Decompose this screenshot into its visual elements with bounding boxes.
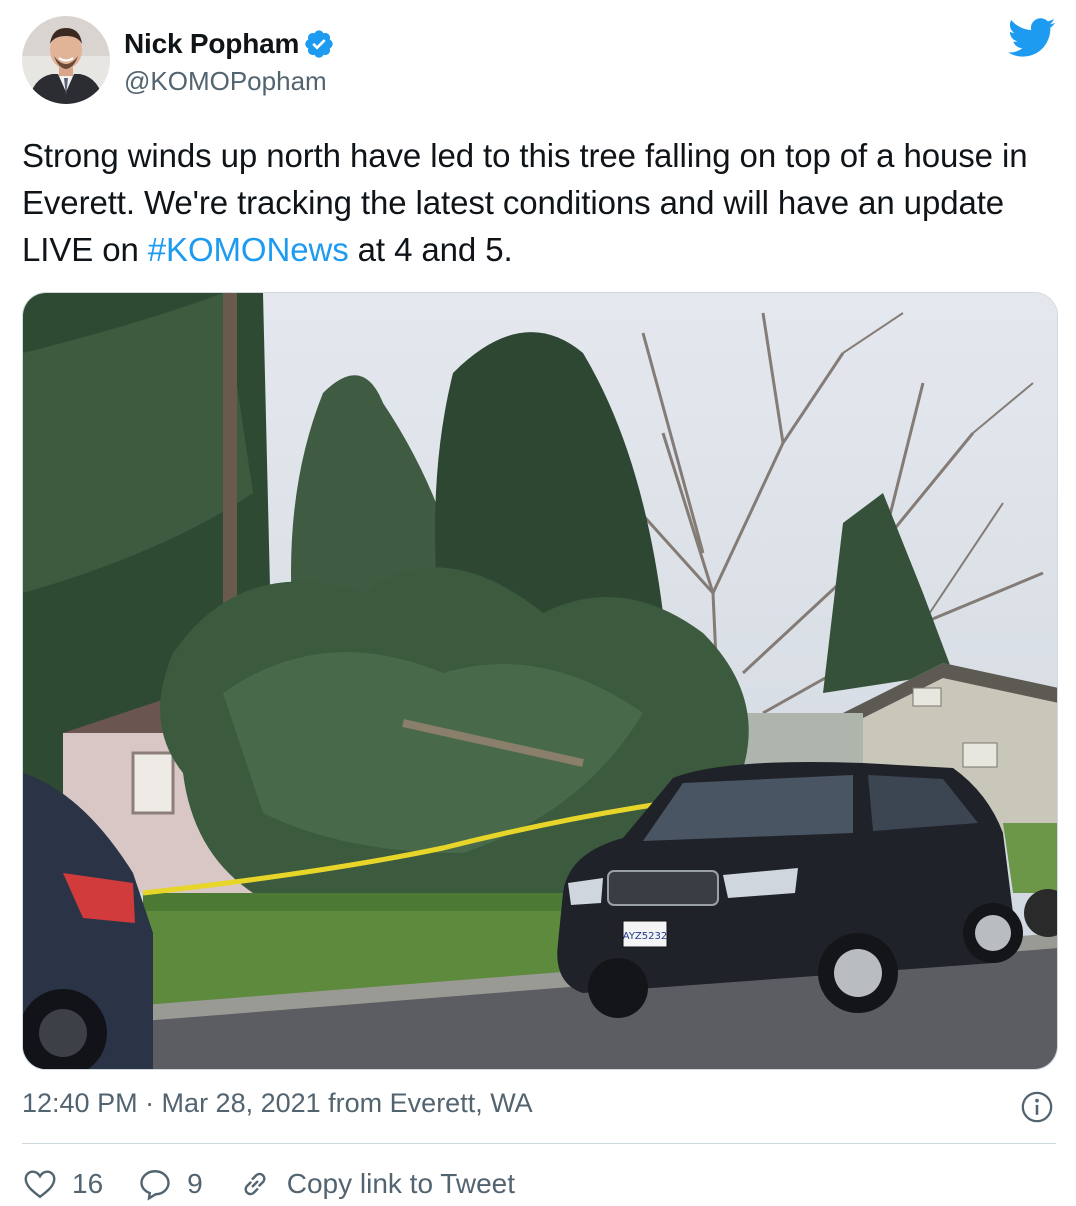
- divider: [22, 1143, 1056, 1144]
- hashtag-link[interactable]: #KOMONews: [148, 231, 349, 268]
- copy-link-button[interactable]: Copy link to Tweet: [237, 1166, 515, 1202]
- user-handle[interactable]: @KOMOPopham: [124, 66, 327, 97]
- tweet-timestamp[interactable]: 12:40 PM · Mar 28, 2021 from Everett, WA: [22, 1088, 533, 1119]
- copy-link-label: Copy link to Tweet: [286, 1168, 515, 1199]
- like-count: 16: [72, 1168, 104, 1199]
- author-name-row[interactable]: Nick Popham: [124, 28, 335, 60]
- avatar[interactable]: [22, 16, 110, 104]
- tweet-card: Nick Popham @KOMOPopham Strong winds up …: [0, 0, 1076, 1206]
- info-icon[interactable]: [1020, 1090, 1054, 1124]
- like-button[interactable]: 16: [22, 1166, 103, 1202]
- action-bar: 16 9 Copy link to Tweet: [22, 1162, 549, 1206]
- link-icon: [244, 1172, 266, 1196]
- reply-count: 9: [187, 1168, 203, 1199]
- heart-icon: [24, 1170, 56, 1199]
- tweet-photo[interactable]: AYZ5232: [22, 292, 1058, 1070]
- verified-badge-icon: [303, 28, 335, 60]
- license-plate-text: AYZ5232: [623, 931, 667, 942]
- tweet-text-end: at 4 and 5.: [348, 231, 513, 268]
- twitter-bird-icon[interactable]: [1007, 18, 1056, 58]
- reply-icon: [140, 1170, 170, 1201]
- reply-button[interactable]: 9: [137, 1166, 203, 1202]
- display-name[interactable]: Nick Popham: [124, 28, 299, 60]
- tweet-text: Strong winds up north have led to this t…: [22, 132, 1062, 273]
